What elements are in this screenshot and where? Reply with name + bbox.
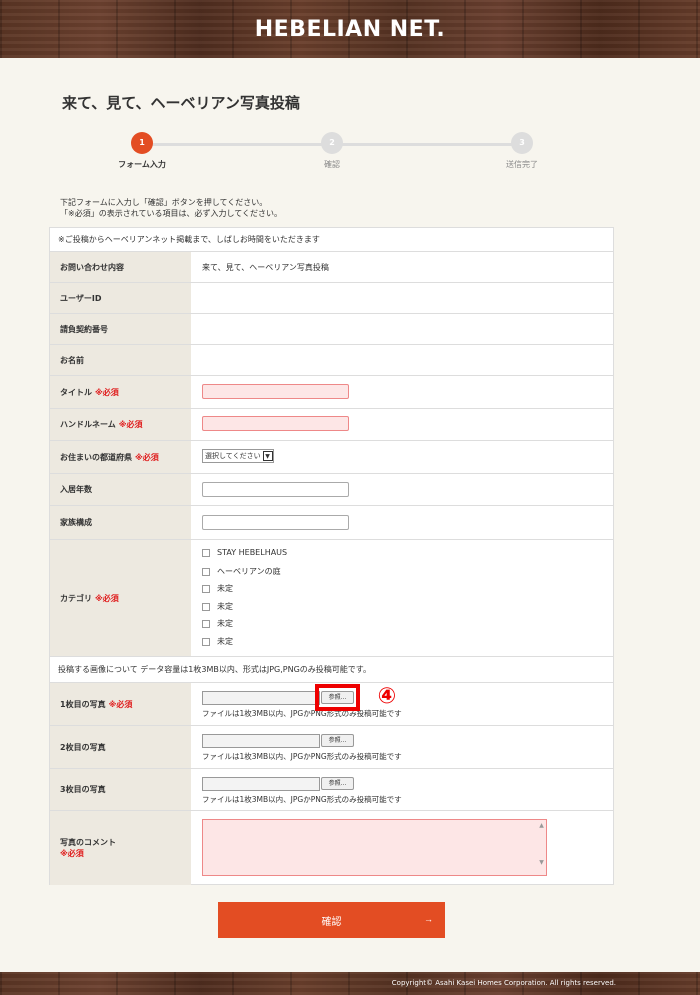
step-1-label: フォーム入力 [118,160,166,169]
site-header: HEBELIAN NET. [0,0,700,58]
years-input[interactable] [202,482,349,497]
site-footer: Copyright© Asahi Kasei Homes Corporation… [0,972,700,995]
step-1: 1 フォーム入力 [102,132,182,170]
step-1-circle: 1 [131,132,153,154]
inquiry-value: 来て、見て、ヘーベリアン写真投稿 [202,262,329,272]
photo-3-label: 3枚目の写真 [50,769,191,810]
category-option-4[interactable]: 未定 [202,601,233,612]
annotation-badge: ④ [377,684,397,709]
form-note-top: ※ご投稿からヘーベリアンネット掲載まで、しばしお時間をいただきます [50,228,613,252]
checkbox[interactable] [202,567,210,576]
site-logo[interactable]: HEBELIAN NET. [255,17,446,42]
checkbox[interactable] [202,548,210,557]
row-name: お名前 [50,345,613,376]
name-value [202,345,613,375]
category-option-1[interactable]: STAY HEBELHAUS [202,548,287,557]
photo-3-browse-button[interactable]: 参照... [321,777,354,790]
photo-2-file-note: ファイルは1枚3MB以内、JPGかPNG形式のみ投稿可能です [202,752,402,761]
annotation-highlight-box [315,684,360,711]
intro-line-2: 「※必須」の表示されている項目は、必ず入力してください。 [60,209,282,218]
row-photo-3: 3枚目の写真 参照... ファイルは1枚3MB以内、JPGかPNG形式のみ投稿可… [50,769,613,811]
photo-2-browse-button[interactable]: 参照... [321,734,354,747]
handle-input[interactable] [202,416,349,431]
inquiry-label: お問い合わせ内容 [50,252,191,282]
name-label: お名前 [50,345,191,375]
title-label: タイトル ※必須 [50,376,191,408]
step-2-label: 確認 [324,160,340,169]
form-note-top-text: ※ご投稿からヘーベリアンネット掲載まで、しばしお時間をいただきます [58,235,320,244]
family-label: 家族構成 [50,506,191,539]
row-comment: 写真のコメント ※必須 ▲ ▼ [50,811,613,885]
image-note-text: 投稿する画像について データ容量は1枚3MB以内、形式はJPG,PNGのみ投稿可… [58,665,372,674]
category-option-6[interactable]: 未定 [202,636,233,647]
photo-2-file-field[interactable] [202,734,320,748]
checkbox[interactable] [202,619,210,628]
progress-steps: 1 フォーム入力 2 確認 3 送信完了 [0,132,700,172]
category-option-3[interactable]: 未定 [202,583,233,594]
step-3-circle: 3 [511,132,533,154]
family-input[interactable] [202,515,349,530]
title-input[interactable] [202,384,349,399]
step-2: 2 確認 [292,132,372,170]
intro-text: 下記フォームに入力し「確認」ボタンを押してください。 「※必須」の表示されている… [60,197,282,219]
scroll-down-icon[interactable]: ▼ [537,859,546,866]
photo-1-file-field[interactable] [202,691,320,705]
row-photo-2: 2枚目の写真 参照... ファイルは1枚3MB以内、JPGかPNG形式のみ投稿可… [50,726,613,769]
image-note-row: 投稿する画像について データ容量は1枚3MB以内、形式はJPG,PNGのみ投稿可… [50,657,613,683]
handle-label: ハンドルネーム ※必須 [50,409,191,440]
step-2-circle: 2 [321,132,343,154]
step-3-label: 送信完了 [506,160,538,169]
checkbox[interactable] [202,637,210,646]
row-prefecture: お住まいの都道府県 ※必須 選択してください ▼ [50,441,613,474]
row-user-id: ユーザーID [50,283,613,314]
row-years: 入居年数 [50,474,613,506]
row-title: タイトル ※必須 [50,376,613,409]
prefecture-label: お住まいの都道府県 ※必須 [50,441,191,473]
step-3: 3 送信完了 [482,132,562,170]
post-form: ※ご投稿からヘーベリアンネット掲載まで、しばしお時間をいただきます お問い合わせ… [49,227,614,885]
contract-label: 請負契約番号 [50,314,191,344]
category-label: カテゴリ ※必須 [50,540,191,656]
photo-1-label: 1枚目の写真 ※必須 [50,683,191,725]
photo-3-file-note: ファイルは1枚3MB以内、JPGかPNG形式のみ投稿可能です [202,795,402,804]
row-inquiry: お問い合わせ内容 来て、見て、ヘーベリアン写真投稿 [50,252,613,283]
scroll-up-icon[interactable]: ▲ [537,822,546,829]
row-contract: 請負契約番号 [50,314,613,345]
years-label: 入居年数 [50,474,191,505]
user-id-value [202,283,613,313]
checkbox[interactable] [202,584,210,593]
textarea-scrollbar[interactable]: ▲ ▼ [537,820,546,875]
page-title: 来て、見て、ヘーベリアン写真投稿 [62,94,300,112]
user-id-label: ユーザーID [50,283,191,313]
contract-value [202,314,613,344]
chevron-down-icon: ▼ [262,451,273,461]
row-family: 家族構成 [50,506,613,540]
photo-3-file-field[interactable] [202,777,320,791]
comment-label: 写真のコメント ※必須 [50,811,191,885]
prefecture-select[interactable]: 選択してください ▼ [202,449,274,463]
copyright-text: Copyright© Asahi Kasei Homes Corporation… [391,979,616,987]
category-option-5[interactable]: 未定 [202,618,233,629]
intro-line-1: 下記フォームに入力し「確認」ボタンを押してください。 [60,198,268,207]
arrow-right-icon: → [424,914,433,924]
row-handle: ハンドルネーム ※必須 [50,409,613,441]
checkbox[interactable] [202,602,210,611]
photo-2-label: 2枚目の写真 [50,726,191,768]
confirm-button[interactable]: 確認 → [218,902,445,938]
confirm-button-label: 確認 [321,916,342,928]
comment-textarea[interactable]: ▲ ▼ [202,819,547,876]
category-option-2[interactable]: ヘーベリアンの庭 [202,566,281,577]
row-category: カテゴリ ※必須 STAY HEBELHAUS ヘーベリアンの庭 未定 未定 未定… [50,540,613,657]
